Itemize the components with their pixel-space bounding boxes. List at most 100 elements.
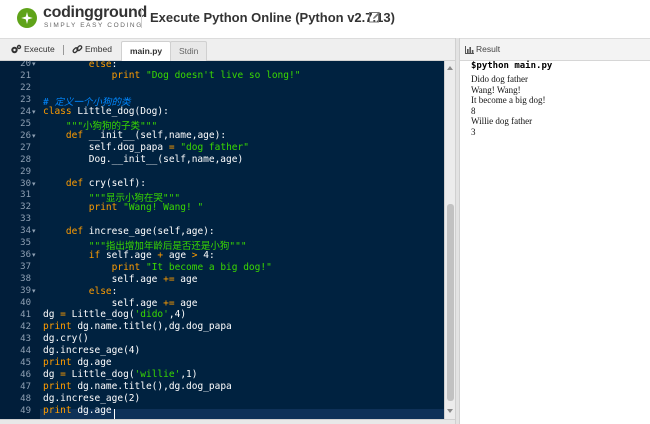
logo-icon[interactable]	[16, 7, 38, 29]
code-token: class	[43, 106, 72, 118]
code-line[interactable]: print "Wang! Wang! "	[43, 202, 203, 213]
line-number: 33	[20, 214, 31, 225]
code-line[interactable]: self.dog_papa = "dog father"	[43, 142, 249, 153]
code-line[interactable]: dg = Little_dog('dido',4)	[43, 309, 186, 320]
code-line[interactable]: class Little_dog(Dog):	[43, 106, 169, 117]
code-line[interactable]: print "It become a big dog!"	[43, 262, 272, 273]
tab-main-py[interactable]: main.py	[121, 41, 172, 62]
code-line[interactable]: dg.cry()	[43, 333, 89, 344]
code-token: age	[163, 249, 192, 261]
text-cursor	[114, 409, 115, 419]
code-line[interactable]: def increse_age(self,age):	[43, 226, 215, 237]
embed-label: Embed	[85, 44, 112, 54]
logo-name[interactable]: codingground	[43, 4, 147, 22]
execute-label: Execute	[24, 44, 55, 54]
code-token: else	[88, 61, 112, 70]
code-token: dg	[43, 369, 61, 381]
code-token: Little_dog(	[65, 369, 135, 381]
link-icon	[72, 45, 83, 54]
code-line[interactable]: else:	[43, 285, 118, 297]
fold-toggle-icon[interactable]: ▾	[32, 61, 36, 68]
line-number: 28	[20, 154, 31, 165]
line-number: 49	[20, 405, 31, 416]
line-number: 42	[20, 321, 31, 332]
editor-footer-strip	[0, 419, 455, 424]
code-line[interactable]: if self.age + age > 4:	[43, 250, 215, 261]
line-number: 39	[20, 286, 31, 297]
page-title: Execute Python Online (Python v2.7.13)	[150, 10, 395, 25]
code-token: age	[174, 297, 198, 309]
code-line[interactable]: self.age += age	[43, 274, 198, 285]
logo-tagline: SIMPLY EASY CODING	[44, 22, 143, 29]
code-line[interactable]: Dog.__init__(self,name,age)	[43, 154, 243, 165]
code-line[interactable]: dg.increse_age(2)	[43, 393, 140, 404]
header-divider	[141, 9, 142, 28]
code-token: Little_dog(	[65, 309, 135, 321]
code-token: dg.cry()	[43, 333, 89, 345]
code-token: Dog.__init__(self,name,age)	[43, 154, 244, 166]
fold-toggle-icon[interactable]: ▾	[32, 180, 36, 188]
output-line: Dido dog father	[471, 74, 528, 84]
code-line[interactable]: else:	[43, 61, 118, 70]
line-number: 47	[20, 381, 31, 392]
code-token: :	[111, 61, 118, 70]
scrollbar-thumb[interactable]	[447, 204, 454, 401]
line-number: 21	[20, 70, 31, 81]
scroll-down-icon[interactable]	[447, 409, 453, 413]
code-editor[interactable]: 20 ▾ 21 22 23 24 ▾ 25 26 ▾ 27 28 29 30 ▾ 31 32 33 34 ▾ 35 36 ▾…	[0, 61, 444, 419]
code-line[interactable]: def __init__(self,name,age):	[43, 130, 226, 141]
code-line[interactable]: print "Dog doesn't live so long!"	[43, 70, 301, 82]
code-token: def	[65, 130, 84, 142]
code-line[interactable]: self.age += age	[43, 297, 198, 309]
output-line: Willie dog father	[471, 116, 533, 127]
line-number: 24	[20, 106, 31, 117]
code-token: dg.age	[71, 405, 112, 417]
code-line[interactable]: print dg.age	[43, 357, 112, 368]
line-number: 23	[20, 94, 31, 105]
fold-toggle-icon[interactable]: ▾	[32, 287, 36, 295]
code-line[interactable]: print dg.age	[43, 405, 112, 416]
code-token: dg.increse_age(4)	[43, 345, 141, 357]
line-number: 38	[20, 274, 31, 285]
code-line[interactable]: dg = Little_dog('willie',1)	[43, 369, 197, 380]
code-token: def	[65, 225, 84, 237]
gears-icon	[11, 44, 22, 54]
tab-stdin[interactable]: Stdin	[170, 41, 208, 61]
edit-icon[interactable]	[369, 11, 381, 23]
code-token: def	[65, 178, 84, 189]
code-line[interactable]: print dg.name.title(),dg.dog_papa	[43, 321, 232, 332]
code-line[interactable]: print dg.name.title(),dg.dog_papa	[43, 381, 232, 392]
code-token: +=	[163, 297, 175, 309]
code-token: ,4)	[168, 309, 187, 321]
site-header: codingground SIMPLY EASY CODING Execute …	[0, 0, 650, 38]
code-token: dg.name.title(),dg.dog_papa	[71, 321, 232, 333]
line-number: 26	[20, 130, 31, 141]
scroll-up-icon[interactable]	[447, 66, 453, 70]
code-token: 'dido'	[134, 309, 169, 321]
result-header: Result	[460, 38, 650, 61]
code-token: self.age	[43, 297, 164, 309]
code-token: :	[111, 285, 118, 297]
code-token: "Dog doesn't live so long!"	[145, 70, 301, 82]
editor-scrollbar[interactable]	[444, 61, 455, 419]
line-number: 25	[20, 118, 31, 129]
line-number: 40	[20, 298, 31, 308]
output-line: 8	[471, 105, 476, 116]
fold-toggle-icon[interactable]: ▾	[32, 251, 36, 259]
code-line[interactable]: def cry(self):	[43, 178, 146, 189]
result-title: Result	[476, 44, 501, 54]
fold-toggle-icon[interactable]: ▾	[32, 108, 36, 116]
code-line[interactable]: dg.increse_age(4)	[43, 345, 140, 356]
code-token: "Wang! Wang! "	[123, 201, 204, 213]
code-token: print	[43, 357, 72, 369]
code-token: self.age	[100, 249, 158, 261]
fold-toggle-icon[interactable]: ▾	[32, 132, 36, 140]
line-number: 48	[20, 393, 31, 404]
fold-toggle-icon[interactable]: ▾	[32, 227, 36, 235]
